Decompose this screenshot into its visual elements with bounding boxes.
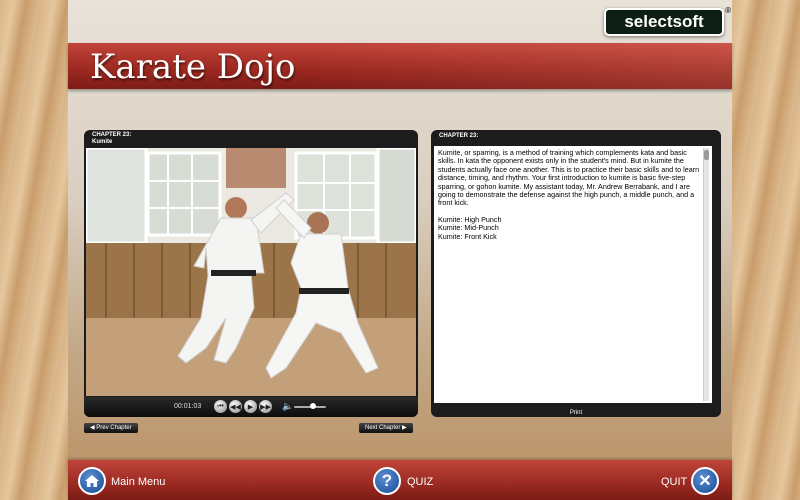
- section-item: Kumite: Front Kick: [438, 231, 497, 241]
- play-icon[interactable]: ▶: [244, 400, 257, 413]
- quiz-link[interactable]: QUIZ: [407, 476, 433, 488]
- print-button[interactable]: Print: [431, 410, 721, 416]
- volume-knob[interactable]: [310, 403, 317, 409]
- selectsoft-logo: selectsoft ®: [604, 6, 731, 36]
- video-controls: 00:01:03 ⏮ ◀◀ ▶ ▶▶ 🔈: [84, 397, 418, 417]
- transcript-body: Kumite, or sparring, is a method of trai…: [438, 148, 700, 208]
- video-frame: [86, 148, 416, 396]
- fast-forward-icon[interactable]: ▶▶: [259, 400, 272, 413]
- page-title: Karate Dojo: [90, 47, 296, 87]
- video-player[interactable]: [86, 148, 416, 396]
- registered-mark: ®: [725, 6, 731, 15]
- wood-floor-right: [732, 0, 800, 500]
- close-icon[interactable]: ✕: [691, 467, 719, 495]
- transcript-text-area[interactable]: Kumite, or sparring, is a method of trai…: [434, 146, 712, 403]
- transcript-panel: CHAPTER 23: Kumite, or sparring, is a me…: [431, 130, 721, 417]
- question-icon[interactable]: ?: [373, 467, 401, 495]
- next-chapter-button[interactable]: Next Chapter ▶: [359, 423, 413, 433]
- wood-floor-left: [0, 0, 68, 500]
- home-icon[interactable]: [78, 467, 106, 495]
- rewind-icon[interactable]: ◀◀: [229, 400, 242, 413]
- video-panel-header: CHAPTER 23: Kumite: [92, 132, 131, 146]
- title-bar-accent: [312, 43, 732, 89]
- volume-icon[interactable]: 🔈: [282, 401, 293, 412]
- video-panel: CHAPTER 23: Kumite 00:01:03 ⏮ ◀◀ ▶ ▶▶ 🔈: [84, 130, 418, 417]
- title-bar: Karate Dojo: [68, 43, 732, 89]
- time-display: 00:01:03: [174, 403, 202, 410]
- scroll-thumb[interactable]: [704, 150, 709, 160]
- chapter-label: CHAPTER 23:: [92, 132, 132, 138]
- section-list: Kumite: High Punch Kumite: Mid-Punch Kum…: [438, 215, 706, 241]
- chapter-name: Kumite: [92, 139, 113, 145]
- main-menu-link[interactable]: Main Menu: [111, 476, 165, 488]
- quit-link[interactable]: QUIT: [661, 476, 687, 488]
- skip-back-icon[interactable]: ⏮: [214, 400, 227, 413]
- logo-text: selectsoft: [624, 12, 704, 31]
- transcript-chapter-label: CHAPTER 23:: [439, 133, 479, 139]
- prev-chapter-button[interactable]: ◀ Prev Chapter: [84, 423, 138, 433]
- scrollbar[interactable]: [703, 148, 709, 401]
